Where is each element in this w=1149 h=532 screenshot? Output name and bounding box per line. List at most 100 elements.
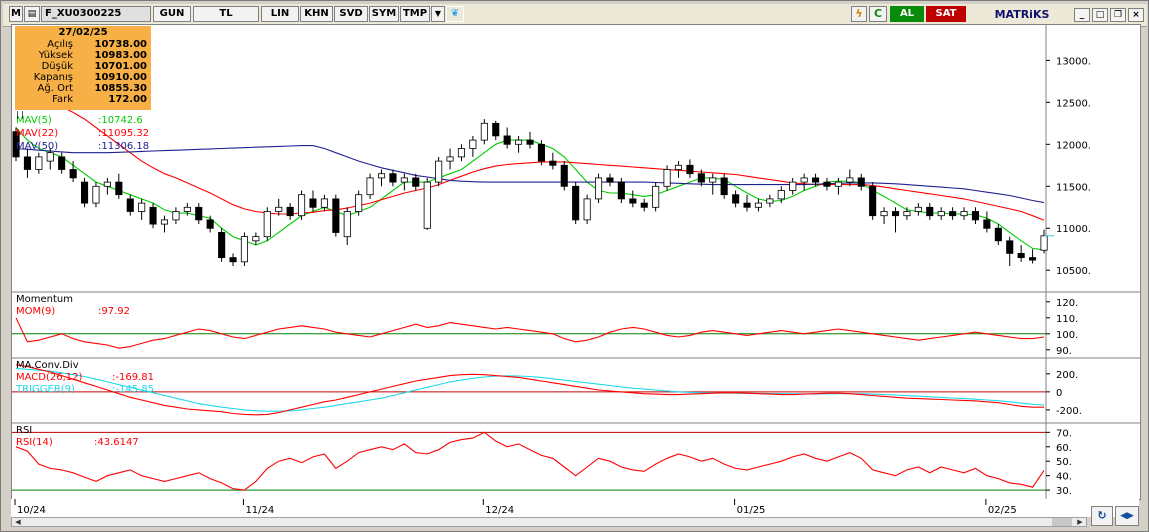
candle-up bbox=[172, 211, 180, 221]
candle-up bbox=[400, 177, 408, 183]
candle-down bbox=[286, 206, 294, 217]
candle-up bbox=[663, 169, 671, 187]
scroll-right-icon[interactable]: ▶ bbox=[1074, 518, 1086, 526]
twitter-bird-icon[interactable]: ❦ bbox=[446, 6, 464, 22]
lightning-icon[interactable]: ϟ bbox=[851, 6, 867, 22]
svd-button[interactable]: SVD bbox=[334, 6, 368, 22]
candle-up bbox=[138, 202, 146, 212]
candle-down bbox=[640, 202, 648, 208]
y-tick-label: 50. bbox=[1056, 457, 1072, 468]
x-tick-label: 10/24 bbox=[17, 505, 46, 516]
candle-up bbox=[960, 211, 968, 217]
minimize-button[interactable]: _ bbox=[1074, 8, 1090, 22]
close-button[interactable]: × bbox=[1128, 8, 1144, 22]
candle-up bbox=[103, 181, 111, 187]
info-value: 10738.00 bbox=[94, 39, 147, 50]
candle-down bbox=[332, 198, 340, 233]
candle-down bbox=[732, 194, 740, 204]
legend-value: :10742.6 bbox=[98, 115, 143, 126]
c-button[interactable]: C bbox=[869, 6, 887, 22]
rsi-line bbox=[15, 431, 1045, 491]
dropdown-arrow-icon[interactable]: ▼ bbox=[431, 6, 445, 22]
legend-mav22: MAV(22) bbox=[16, 128, 58, 139]
mav-line bbox=[15, 145, 1045, 204]
info-label: Fark bbox=[52, 94, 73, 105]
y-tick-label: 11500. bbox=[1056, 182, 1091, 193]
refresh-icon[interactable]: ↻ bbox=[1091, 506, 1113, 526]
brand-logo: MATRiKS bbox=[994, 8, 1050, 21]
pan-arrows-icon[interactable]: ◀▶ bbox=[1115, 506, 1139, 526]
y-tick-label: 200. bbox=[1056, 370, 1078, 381]
sym-button[interactable]: SYM bbox=[369, 6, 399, 22]
y-tick-label: 12000. bbox=[1056, 140, 1091, 151]
tmp-button[interactable]: TMP bbox=[400, 6, 430, 22]
y-tick-label: 13000. bbox=[1056, 56, 1091, 67]
y-tick-label: 40. bbox=[1056, 472, 1072, 483]
candle-up bbox=[789, 181, 797, 191]
y-tick-label: 90. bbox=[1056, 346, 1072, 357]
candle-up bbox=[320, 198, 328, 208]
candle-down bbox=[412, 177, 420, 187]
maximize-button[interactable]: □ bbox=[1092, 8, 1108, 22]
y-tick-label: 11000. bbox=[1056, 224, 1091, 235]
candle-up bbox=[1040, 235, 1048, 251]
scroll-left-icon[interactable]: ◀ bbox=[12, 518, 24, 526]
rsi-legend: RSI(14) bbox=[16, 437, 53, 448]
info-value: 10855.30 bbox=[94, 83, 147, 94]
symbol-field[interactable]: F_XU0300225 bbox=[41, 6, 151, 22]
candle-up bbox=[446, 156, 454, 162]
candle-up bbox=[297, 194, 306, 217]
candle-up bbox=[880, 211, 888, 217]
candle-down bbox=[572, 185, 580, 221]
candle-down bbox=[503, 135, 511, 145]
chart-type-icon[interactable]: ▤ bbox=[24, 6, 40, 22]
currency-button[interactable]: TL bbox=[193, 6, 259, 22]
candle-down bbox=[812, 177, 820, 183]
candle-up bbox=[263, 211, 271, 238]
info-value: 10701.00 bbox=[94, 61, 147, 72]
info-label: Kapanış bbox=[33, 72, 73, 83]
y-tick-label: 12500. bbox=[1056, 98, 1091, 109]
info-label: Düşük bbox=[41, 61, 73, 72]
period-button[interactable]: GUN bbox=[153, 6, 191, 22]
candle-down bbox=[549, 160, 557, 166]
candle-up bbox=[366, 177, 374, 196]
info-row-low: Düşük 10701.00 bbox=[15, 61, 151, 72]
legend-mav50: MAV(50) bbox=[16, 141, 58, 152]
candle-down bbox=[115, 181, 123, 196]
info-row-wavg: Ağ. Ort 10855.30 bbox=[15, 83, 151, 94]
buy-button[interactable]: AL bbox=[890, 6, 924, 22]
candle-down bbox=[81, 181, 89, 204]
candle-down bbox=[971, 211, 979, 221]
y-tick-label: 70. bbox=[1056, 428, 1072, 439]
x-tick-label: 11/24 bbox=[245, 505, 274, 516]
candle-down bbox=[206, 219, 214, 229]
candle-up bbox=[652, 185, 660, 208]
horizontal-scrollbar[interactable]: ◀ ▶ bbox=[11, 517, 1087, 527]
candle-down bbox=[994, 227, 1002, 242]
candle-down bbox=[389, 173, 397, 183]
scroll-thumb[interactable] bbox=[1052, 518, 1072, 526]
candle-up bbox=[343, 211, 351, 238]
restore-button[interactable]: ❐ bbox=[1110, 8, 1126, 22]
candle-down bbox=[1017, 252, 1025, 258]
info-row-close: Kapanış 10910.00 bbox=[15, 72, 151, 83]
y-tick-label: 0 bbox=[1056, 388, 1062, 399]
khn-button[interactable]: KHN bbox=[300, 6, 333, 22]
sell-button[interactable]: SAT bbox=[926, 6, 966, 22]
chart-area[interactable]: 13000. 12500. 12000. 11500. 11000. 10500. MAV(… bbox=[11, 24, 1141, 500]
info-value: 172.00 bbox=[108, 94, 147, 105]
y-tick-label: 100. bbox=[1056, 330, 1078, 341]
candle-down bbox=[983, 219, 991, 229]
candle-up bbox=[423, 181, 431, 229]
x-tick-label: 12/24 bbox=[485, 505, 514, 516]
y-tick-label: 60. bbox=[1056, 443, 1072, 454]
scale-button[interactable]: LIN bbox=[261, 6, 299, 22]
candle-up bbox=[435, 160, 443, 183]
info-value: 10983.00 bbox=[94, 50, 147, 61]
menu-m-button[interactable]: M bbox=[9, 6, 23, 22]
rsi-value: :43.6147 bbox=[94, 437, 139, 448]
rsi-title: RSI bbox=[16, 425, 32, 436]
date-axis: 10/24 11/24 12/24 01/25 02/25 bbox=[11, 499, 1139, 517]
chart-svg[interactable]: 13000. 12500. 12000. 11500. 11000. 10500. MAV(… bbox=[12, 25, 1140, 499]
